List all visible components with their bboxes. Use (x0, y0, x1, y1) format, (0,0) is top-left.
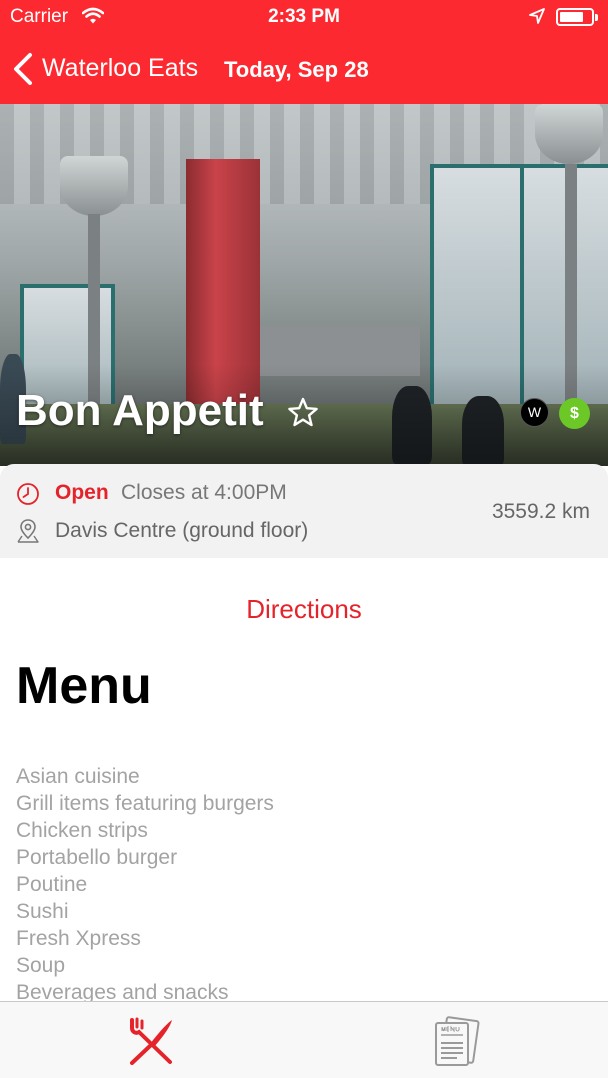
menu-item: Beverages and snacks (16, 981, 229, 1001)
nav-title: Today, Sep 28 (224, 57, 369, 82)
back-chevron-icon[interactable] (12, 52, 34, 91)
favorite-star-icon[interactable] (287, 397, 319, 433)
distance-label: 3559.2 km (491, 500, 590, 523)
menu-item: Sushi (16, 900, 69, 923)
menu-item: Asian cuisine (16, 765, 140, 788)
closing-time: Closes at 4:00PM (121, 481, 287, 504)
menu-list: Asian cuisine Grill items featuring burg… (16, 763, 596, 1001)
menu-item: Portabello burger (16, 846, 178, 869)
status-bar: Carrier 2:33 PM (0, 0, 608, 34)
battery-icon (556, 8, 598, 26)
fork-knife-icon (130, 1017, 172, 1065)
back-button[interactable]: Waterloo Eats (42, 54, 198, 83)
dollar-badge-icon: $ (559, 398, 590, 429)
info-card: Open Closes at 4:00PM Davis Centre (grou… (0, 464, 608, 558)
watcard-badge-icon: W (520, 398, 549, 427)
navigation-bar: Waterloo Eats Today, Sep 28 (0, 40, 608, 100)
menu-item: Chicken strips (16, 819, 148, 842)
location-arrow-icon (529, 8, 545, 29)
tab-eats[interactable] (0, 1002, 304, 1078)
top-bar: Carrier 2:33 PM Waterloo Eats Today, Sep (0, 0, 608, 104)
open-status: Open (55, 481, 109, 504)
menu-item: Fresh Xpress (16, 927, 141, 950)
menu-item: Poutine (16, 873, 88, 896)
menu-heading: Menu (16, 657, 152, 715)
menu-item: Grill items featuring burgers (16, 792, 274, 815)
status-time: 2:33 PM (268, 6, 340, 27)
photo-lamp (535, 104, 603, 164)
tab-bar (0, 1001, 608, 1078)
clock-icon (16, 482, 40, 511)
location-pin-icon (16, 518, 40, 549)
location-label: Davis Centre (ground floor) (55, 519, 309, 542)
menu-item: Soup (16, 954, 66, 977)
directions-button[interactable]: Directions (0, 594, 608, 625)
battery-nub (595, 14, 598, 21)
tab-menu[interactable] (304, 1002, 608, 1078)
restaurant-name: Bon Appetit (16, 386, 264, 435)
menu-icon (435, 1016, 480, 1066)
photo-lamp (60, 156, 128, 216)
battery-level (560, 12, 583, 22)
